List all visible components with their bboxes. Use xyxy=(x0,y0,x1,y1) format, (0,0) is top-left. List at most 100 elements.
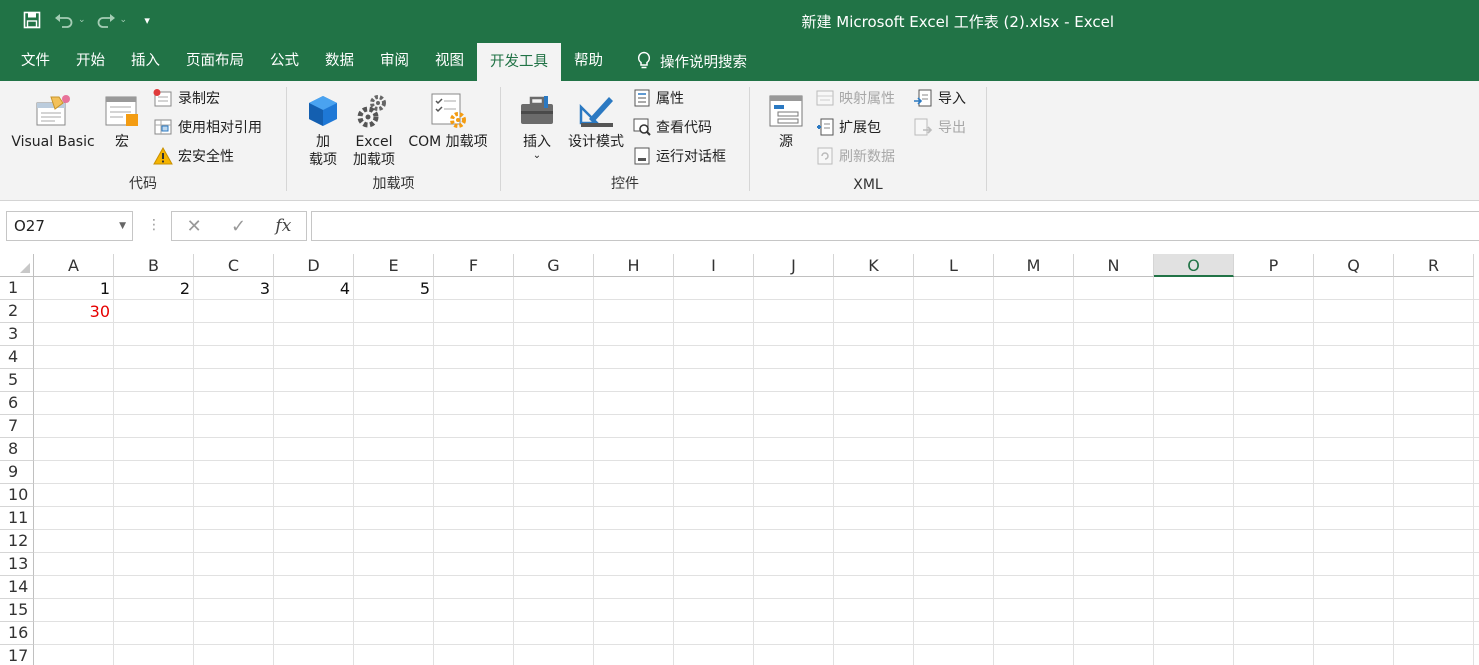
group-addins: 加 载项 Excel 加载项 COM 加载项 加载项 xyxy=(287,81,500,199)
column-header-d[interactable]: D xyxy=(274,254,354,277)
column-header-m[interactable]: M xyxy=(994,254,1074,277)
column-gridline xyxy=(513,277,514,665)
row-gridline xyxy=(34,552,1479,553)
relative-reference-icon xyxy=(154,119,172,135)
record-macro-button[interactable]: 录制宏 xyxy=(153,87,220,109)
row-header-15[interactable]: 15 xyxy=(0,599,34,622)
excel-addins-button[interactable]: Excel 加载项 xyxy=(349,89,399,169)
column-header-r[interactable]: R xyxy=(1394,254,1474,277)
refresh-data-button[interactable]: 刷新数据 xyxy=(816,145,895,167)
cell-a1[interactable]: 1 xyxy=(34,277,114,300)
formula-input[interactable] xyxy=(311,211,1479,241)
tab-formulas[interactable]: 公式 xyxy=(257,41,312,81)
macro-security-button[interactable]: 宏安全性 xyxy=(153,145,234,167)
column-gridline xyxy=(833,277,834,665)
addins-cube-icon xyxy=(306,89,340,133)
design-mode-button[interactable]: 设计模式 xyxy=(563,89,629,151)
column-header-i[interactable]: I xyxy=(674,254,754,277)
tell-me-search[interactable]: 操作说明搜索 xyxy=(636,41,747,81)
tab-view[interactable]: 视图 xyxy=(422,41,477,81)
view-code-label: 查看代码 xyxy=(656,120,712,136)
column-header-l[interactable]: L xyxy=(914,254,994,277)
macros-icon xyxy=(103,89,141,133)
cell-e1[interactable]: 5 xyxy=(354,277,434,300)
row-gridline xyxy=(34,322,1479,323)
tab-home[interactable]: 开始 xyxy=(63,41,118,81)
tab-file[interactable]: 文件 xyxy=(8,41,63,81)
tab-page-layout[interactable]: 页面布局 xyxy=(173,41,257,81)
macros-button[interactable]: 宏 xyxy=(100,89,144,151)
run-dialog-button[interactable]: 运行对话框 xyxy=(633,145,726,167)
column-header-f[interactable]: F xyxy=(434,254,514,277)
row-header-8[interactable]: 8 xyxy=(0,438,34,461)
select-all-button[interactable] xyxy=(0,254,34,277)
com-addins-button[interactable]: COM 加载项 xyxy=(401,89,495,151)
column-header-o[interactable]: O xyxy=(1154,254,1234,277)
tab-insert[interactable]: 插入 xyxy=(118,41,173,81)
column-header-n[interactable]: N xyxy=(1074,254,1154,277)
cell-c1[interactable]: 3 xyxy=(194,277,274,300)
import-button[interactable]: 导入 xyxy=(913,87,966,109)
column-header-e[interactable]: E xyxy=(354,254,434,277)
export-label: 导出 xyxy=(938,120,966,136)
row-header-9[interactable]: 9 xyxy=(0,461,34,484)
formula-bar-grip-icon[interactable]: ⋮ xyxy=(147,217,161,233)
row-header-13[interactable]: 13 xyxy=(0,553,34,576)
formula-bar: O27 ▼ ⋮ ✕ ✓ fx xyxy=(0,201,1479,252)
export-icon xyxy=(914,118,933,136)
tab-help[interactable]: 帮助 xyxy=(561,41,616,81)
cell-a2[interactable]: 30 xyxy=(34,300,114,323)
row-header-14[interactable]: 14 xyxy=(0,576,34,599)
row-header-16[interactable]: 16 xyxy=(0,622,34,645)
column-gridline xyxy=(753,277,754,665)
name-box-value: O27 xyxy=(14,217,45,235)
row-gridline xyxy=(34,621,1479,622)
cell-d1[interactable]: 4 xyxy=(274,277,354,300)
tab-data[interactable]: 数据 xyxy=(312,41,367,81)
addins-button[interactable]: 加 载项 xyxy=(301,89,345,169)
column-header-c[interactable]: C xyxy=(194,254,274,277)
column-header-h[interactable]: H xyxy=(594,254,674,277)
xml-source-button[interactable]: 源 xyxy=(764,89,808,151)
row-header-5[interactable]: 5 xyxy=(0,369,34,392)
name-box-dropdown-icon[interactable]: ▼ xyxy=(119,212,126,240)
map-properties-button[interactable]: 映射属性 xyxy=(816,87,895,109)
row-header-17[interactable]: 17 xyxy=(0,645,34,665)
row-header-1[interactable]: 1 xyxy=(0,277,34,300)
row-header-4[interactable]: 4 xyxy=(0,346,34,369)
properties-button[interactable]: 属性 xyxy=(633,87,684,109)
row-header-3[interactable]: 3 xyxy=(0,323,34,346)
column-header-g[interactable]: G xyxy=(514,254,594,277)
row-header-10[interactable]: 10 xyxy=(0,484,34,507)
tab-developer[interactable]: 开发工具 xyxy=(477,43,561,81)
relative-reference-button[interactable]: 使用相对引用 xyxy=(153,116,262,138)
insert-control-button[interactable]: 插入 ⌄ xyxy=(515,89,559,161)
macros-label: 宏 xyxy=(115,134,129,150)
run-dialog-icon xyxy=(634,147,650,165)
column-gridline xyxy=(1393,277,1394,665)
column-header-k[interactable]: K xyxy=(834,254,914,277)
cancel-icon[interactable]: ✕ xyxy=(187,216,202,237)
export-button[interactable]: 导出 xyxy=(913,116,966,138)
column-header-a[interactable]: A xyxy=(34,254,114,277)
row-header-12[interactable]: 12 xyxy=(0,530,34,553)
map-properties-icon xyxy=(816,90,834,106)
column-header-q[interactable]: Q xyxy=(1314,254,1394,277)
enter-icon[interactable]: ✓ xyxy=(231,216,246,237)
worksheet-grid[interactable]: A B C D E F G H I J K L M N O P Q R 1 2 3 4 5 6 7 8 9 10 11 12 13 14 15 1… xyxy=(0,254,1479,665)
row-header-11[interactable]: 11 xyxy=(0,507,34,530)
name-box[interactable]: O27 ▼ xyxy=(6,211,133,241)
row-header-2[interactable]: 2 xyxy=(0,300,34,323)
expansion-packs-button[interactable]: 扩展包 xyxy=(816,116,881,138)
row-header-7[interactable]: 7 xyxy=(0,415,34,438)
visual-basic-button[interactable]: Visual Basic xyxy=(10,89,96,151)
tab-review[interactable]: 审阅 xyxy=(367,41,422,81)
column-gridline xyxy=(993,277,994,665)
column-header-j[interactable]: J xyxy=(754,254,834,277)
row-header-6[interactable]: 6 xyxy=(0,392,34,415)
cell-b1[interactable]: 2 xyxy=(114,277,194,300)
insert-function-icon[interactable]: fx xyxy=(275,216,291,236)
column-header-p[interactable]: P xyxy=(1234,254,1314,277)
view-code-button[interactable]: 查看代码 xyxy=(633,116,712,138)
column-header-b[interactable]: B xyxy=(114,254,194,277)
